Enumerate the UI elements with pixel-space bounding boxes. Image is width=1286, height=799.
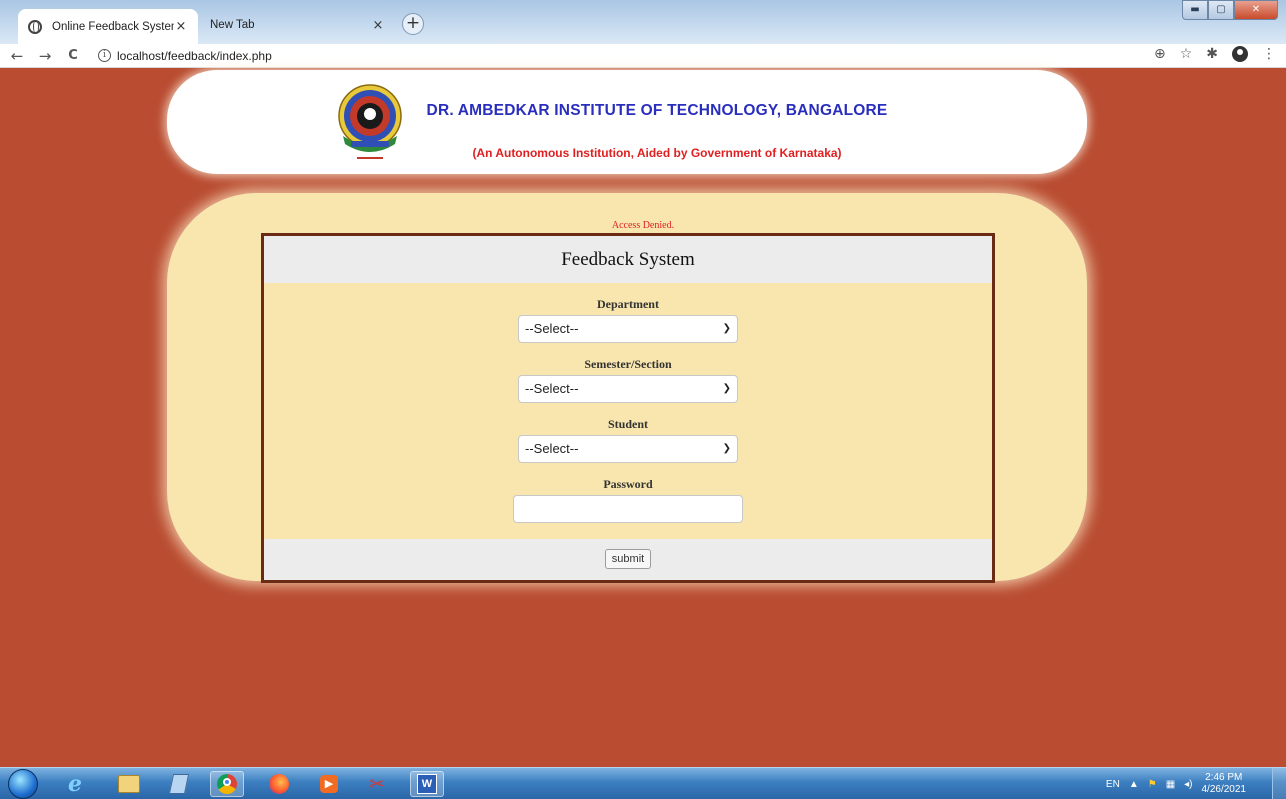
department-select[interactable]: --Select-- ❯ [518, 315, 738, 343]
student-select-value: --Select-- [525, 441, 579, 456]
form-title: Feedback System [264, 236, 992, 283]
word-icon[interactable]: W [410, 771, 444, 797]
window-controls: ▬ ▢ ✕ [1182, 0, 1278, 20]
semester-select-value: --Select-- [525, 381, 579, 396]
department-select-value: --Select-- [525, 321, 579, 336]
back-button[interactable]: ← [6, 47, 28, 65]
chevron-up-icon[interactable]: ▲ [1129, 779, 1139, 790]
file-explorer-icon[interactable] [112, 771, 146, 797]
tab-close-icon[interactable]: × [174, 19, 188, 34]
zoom-icon[interactable]: ⊕ [1154, 46, 1166, 62]
show-desktop-button[interactable] [1272, 768, 1286, 799]
tab-title: Online Feedback System [52, 20, 174, 33]
start-button[interactable] [8, 769, 38, 799]
clock[interactable]: 2:46 PM 4/26/2021 [1202, 772, 1247, 796]
form-footer: submit [264, 539, 992, 580]
chevron-down-icon: ❯ [722, 383, 731, 394]
extensions-icon[interactable]: ✱ [1206, 46, 1218, 62]
snipping-tool-icon[interactable]: ✂ [360, 771, 394, 797]
tab-online-feedback-system[interactable]: Online Feedback System × [18, 9, 198, 44]
site-info-icon[interactable]: i [98, 49, 111, 62]
menu-icon[interactable]: ⋮ [1262, 46, 1276, 62]
institute-header: DR. AMBEDKAR INSTITUTE OF TECHNOLOGY, BA… [167, 70, 1087, 174]
system-tray: EN ▲ ⚑ ▦ ◂) 2:46 PM 4/26/2021 [1106, 768, 1246, 799]
close-window-button[interactable]: ✕ [1234, 0, 1278, 20]
new-tab-button[interactable]: + [402, 13, 424, 35]
language-indicator[interactable]: EN [1106, 779, 1120, 790]
student-label: Student [607, 417, 648, 431]
globe-icon [28, 19, 42, 34]
access-denied-message: Access Denied. [611, 220, 675, 231]
department-label: Department [597, 297, 659, 311]
tab-title: New Tab [210, 19, 255, 31]
institute-subtitle: (An Autonomous Institution, Aided by Gov… [472, 146, 842, 160]
forward-button[interactable]: → [34, 47, 56, 65]
password-field[interactable] [513, 495, 743, 523]
student-select[interactable]: --Select-- ❯ [518, 435, 738, 463]
media-player-icon[interactable]: ▶ [312, 771, 346, 797]
chrome-icon[interactable] [210, 771, 244, 797]
profile-icon[interactable] [1232, 46, 1248, 62]
browser-toolbar: ← → C i localhost/feedback/index.php ⊕ ☆… [0, 44, 1286, 68]
internet-explorer-icon[interactable]: e [58, 771, 92, 797]
firefox-icon[interactable] [262, 771, 296, 797]
maximize-button[interactable]: ▢ [1208, 0, 1234, 20]
browser-tab-bar: Online Feedback System × New Tab × + ▬ ▢… [0, 0, 1286, 44]
chevron-down-icon: ❯ [722, 323, 731, 334]
password-label: Password [603, 477, 653, 491]
address-bar[interactable]: localhost/feedback/index.php [117, 49, 272, 63]
tab-new-tab[interactable]: New Tab × [200, 11, 395, 39]
semester-label: Semester/Section [584, 357, 672, 371]
windows-taskbar: e ▶ ✂ W EN ▲ ⚑ ▦ ◂) 2:46 PM 4/26/2021 [0, 767, 1286, 799]
clock-time: 2:46 PM [1205, 772, 1243, 783]
tab-close-icon[interactable]: × [371, 18, 385, 33]
reload-button[interactable]: C [62, 48, 84, 63]
chevron-down-icon: ❯ [722, 443, 731, 454]
action-center-icon[interactable]: ⚑ [1148, 779, 1157, 790]
network-icon[interactable]: ▦ [1166, 779, 1175, 790]
notes-app-icon[interactable] [162, 771, 196, 797]
submit-button[interactable]: submit [605, 549, 651, 569]
volume-icon[interactable]: ◂) [1184, 779, 1192, 790]
clock-date: 4/26/2021 [1201, 784, 1247, 795]
feedback-form: Feedback System Department --Select-- ❯ … [261, 233, 995, 583]
minimize-button[interactable]: ▬ [1182, 0, 1208, 20]
toolbar-actions: ⊕ ☆ ✱ ⋮ [1154, 46, 1276, 62]
star-icon[interactable]: ☆ [1180, 46, 1193, 62]
semester-select[interactable]: --Select-- ❯ [518, 375, 738, 403]
institute-name: DR. AMBEDKAR INSTITUTE OF TECHNOLOGY, BA… [426, 102, 888, 119]
